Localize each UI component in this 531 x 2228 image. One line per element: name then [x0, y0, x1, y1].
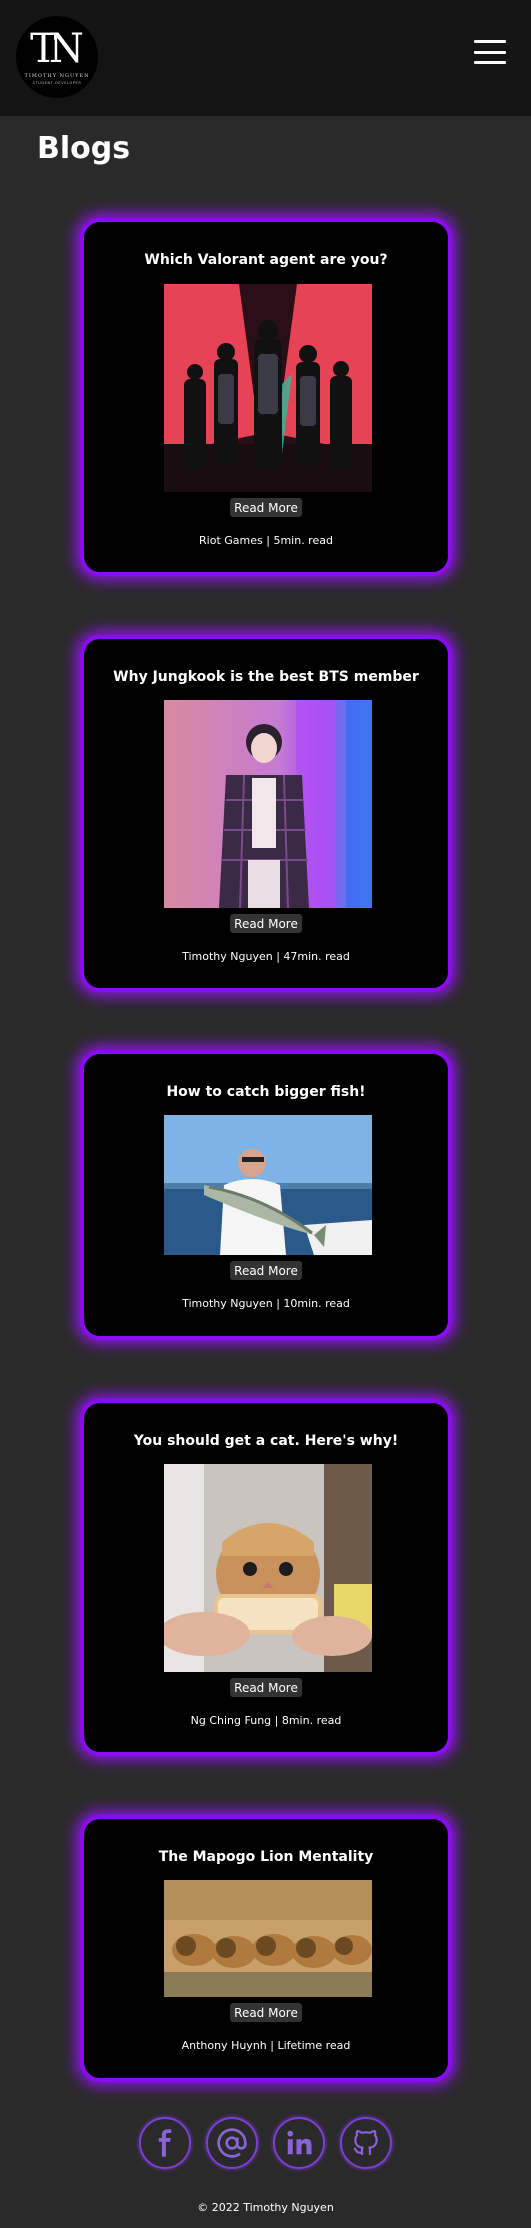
blog-image-jungkook[interactable]	[164, 700, 372, 908]
blog-meta: Ng Ching Fung | 8min. read	[190, 1714, 342, 1727]
blog-card: The Mapogo Lion Mentality Read More Anth…	[80, 1815, 452, 2082]
blog-image-fishing[interactable]	[164, 1115, 372, 1255]
blog-meta: Timothy Nguyen | 47min. read	[182, 950, 350, 963]
blog-card: Which Valorant agent are you? Read More …	[80, 218, 452, 576]
copyright-text: © 2022 Timothy Nguyen	[197, 2201, 334, 2214]
blog-image-lions[interactable]	[164, 1880, 372, 1997]
blog-image-cat-bread[interactable]	[164, 1464, 372, 1672]
blog-card: Why Jungkook is the best BTS member Read…	[80, 635, 452, 992]
site-header: TN TIMOTHY NGUYEN STUDENT DEVELOPER	[0, 0, 531, 116]
blog-title: The Mapogo Lion Mentality	[158, 1849, 374, 1865]
hamburger-menu-icon[interactable]	[474, 40, 506, 64]
linkedin-icon[interactable]	[273, 2117, 325, 2169]
site-logo[interactable]: TN TIMOTHY NGUYEN STUDENT DEVELOPER	[16, 16, 98, 98]
github-icon[interactable]	[340, 2117, 392, 2169]
facebook-icon[interactable]	[139, 2117, 191, 2169]
blog-title: You should get a cat. Here's why!	[133, 1433, 399, 1449]
blog-card: How to catch bigger fish! Read More Timo…	[80, 1050, 452, 1340]
read-more-button[interactable]: Read More	[230, 1678, 302, 1697]
at-sign-icon[interactable]	[206, 2117, 258, 2169]
read-more-button[interactable]: Read More	[230, 1261, 302, 1280]
blog-meta: Anthony Huynh | Lifetime read	[181, 2039, 351, 2052]
logo-monogram: TN	[30, 26, 84, 72]
blog-card: You should get a cat. Here's why! Read M…	[80, 1399, 452, 1756]
blog-title: How to catch bigger fish!	[166, 1084, 366, 1100]
read-more-button[interactable]: Read More	[230, 2003, 302, 2022]
social-links	[0, 2117, 531, 2169]
blog-title: Which Valorant agent are you?	[144, 252, 388, 268]
blog-title: Why Jungkook is the best BTS member	[113, 669, 419, 685]
read-more-button[interactable]: Read More	[230, 914, 302, 933]
logo-subtitle: STUDENT DEVELOPER	[32, 81, 82, 85]
blog-meta: Timothy Nguyen | 10min. read	[182, 1297, 350, 1310]
logo-name: TIMOTHY NGUYEN	[24, 73, 90, 79]
blog-image-valorant-agents[interactable]	[164, 284, 372, 492]
read-more-button[interactable]: Read More	[230, 498, 302, 517]
page-title: Blogs	[37, 131, 131, 166]
blog-meta: Riot Games | 5min. read	[199, 534, 333, 547]
